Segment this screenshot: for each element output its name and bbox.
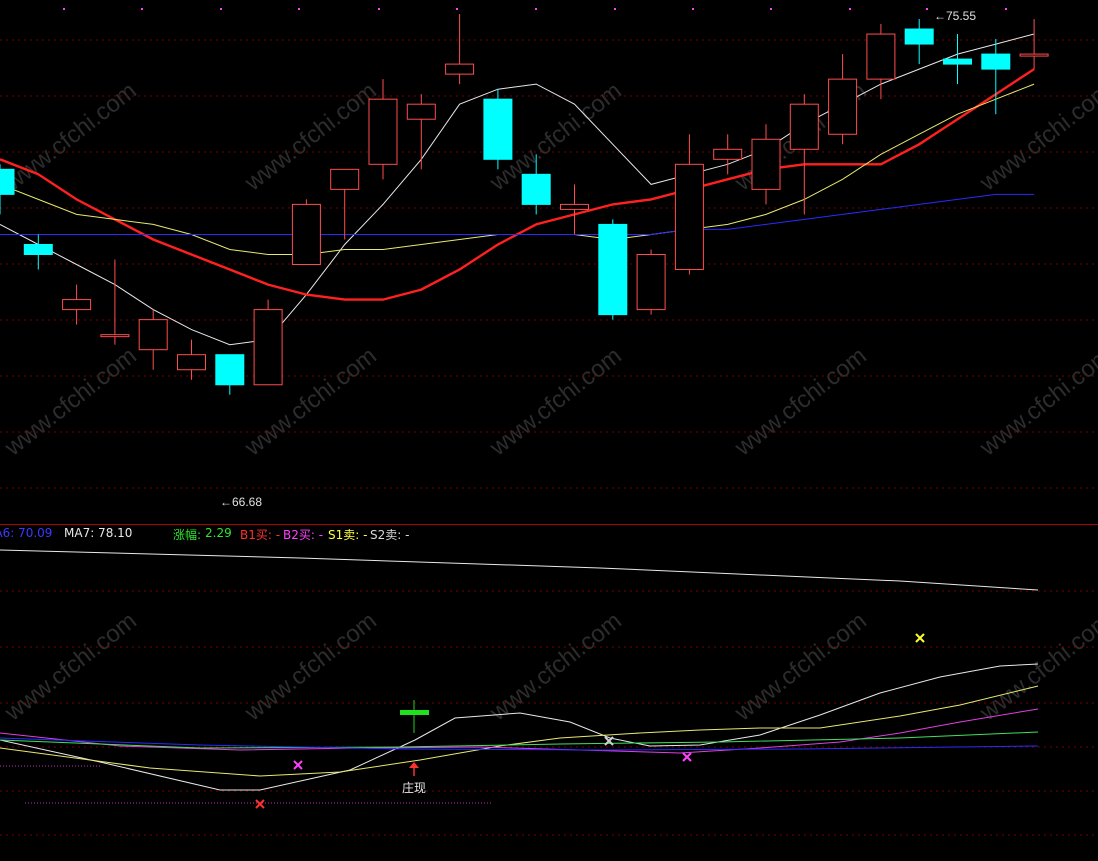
candle: [368, 79, 398, 180]
candle-body: [560, 203, 589, 210]
signal-marker: [293, 760, 303, 770]
candle: [598, 219, 628, 320]
candle-body: [674, 163, 704, 271]
candle: [330, 168, 360, 240]
sub-line-white: [0, 663, 1039, 791]
candle-body: [138, 319, 168, 351]
candle: [62, 284, 92, 325]
sub-line-yellow: [0, 685, 1039, 777]
top-marker-dot: [63, 8, 65, 10]
legend-b1: B1买: -: [240, 528, 281, 542]
candle: [828, 54, 858, 145]
legend-zhangfu-label: 涨幅:: [173, 528, 202, 542]
candle: [521, 154, 551, 215]
low-price-label: ←66.68: [220, 495, 262, 509]
zhuangxian-label: 庄现: [402, 780, 426, 795]
candle: [789, 94, 819, 215]
candle: [751, 124, 781, 205]
candle-body: [253, 309, 283, 386]
top-marker-dot: [298, 8, 300, 10]
candle-body: [598, 223, 628, 316]
legend-b2: B2买: -: [283, 528, 324, 542]
candle-body: [904, 28, 934, 45]
top-marker-dot: [614, 8, 616, 10]
candle-body: [828, 78, 858, 135]
candle: [138, 309, 168, 370]
candle-body: [1019, 53, 1049, 57]
candle: [406, 94, 436, 170]
top-marker-dot: [220, 8, 222, 10]
ma-line-blue: [0, 193, 1035, 235]
sub-line-top: [0, 549, 1039, 591]
candle-body: [291, 203, 321, 266]
candle-body: [483, 98, 513, 160]
candle-body: [713, 148, 743, 160]
candle-body: [943, 58, 972, 65]
candle: [0, 164, 15, 215]
top-marker-dot: [770, 8, 772, 10]
candle: [713, 134, 743, 175]
candle: [636, 249, 666, 315]
top-marker-dot: [1005, 8, 1007, 10]
chart-root: www.cfchi.com www.cfchi.com www.cfchi.com w…: [0, 0, 1098, 861]
candle: [943, 34, 972, 85]
candle-body: [636, 253, 666, 311]
top-marker-dot: [926, 8, 928, 10]
candle-body: [100, 334, 130, 338]
candle: [177, 339, 206, 380]
top-marker-dot: [378, 8, 380, 10]
candle: [904, 19, 934, 65]
candle: [560, 184, 589, 235]
candle-body: [0, 168, 15, 195]
candle: [866, 24, 896, 100]
ma-line-yellow: [0, 83, 1035, 255]
ma-line-red: [0, 68, 1035, 301]
top-marker-dot: [456, 8, 458, 10]
top-marker-dot: [535, 8, 537, 10]
candle-body: [215, 354, 245, 386]
legend-s2: S2卖: -: [370, 528, 410, 542]
candle-body: [981, 53, 1011, 70]
candle: [100, 259, 130, 345]
ma-line-white: [0, 33, 1035, 346]
candle-body: [866, 33, 896, 80]
candle-body: [62, 299, 92, 311]
candle-body: [177, 354, 206, 371]
signal-marker: [915, 633, 925, 643]
candle-body: [751, 138, 781, 190]
candle: [215, 354, 245, 395]
candle-body: [789, 103, 819, 150]
signal-marker: [682, 752, 692, 762]
high-price-label: ←75.55: [934, 9, 976, 23]
top-marker-dot: [141, 8, 143, 10]
legend-ma7: MA7: 78.10: [64, 526, 133, 540]
top-marker-dot: [692, 8, 694, 10]
candle-body: [406, 103, 436, 120]
candle-body: [445, 63, 475, 75]
candle-body: [368, 98, 398, 165]
candle-body: [521, 173, 551, 205]
candle: [1019, 19, 1049, 70]
candle: [291, 199, 321, 266]
legend-s1: S1卖: -: [328, 528, 368, 542]
candle-body: [23, 243, 53, 255]
legend-ma6: MA6: 70.09: [0, 526, 53, 540]
signal-marker: [255, 799, 265, 809]
arrow-up-icon: [409, 762, 419, 768]
candle: [253, 299, 283, 386]
kline-chart: ←75.55 ←66.68 庄现: [0, 8, 1098, 836]
candle-body: [330, 168, 360, 190]
legend-zhangfu-value: 2.29: [205, 526, 232, 540]
candle: [445, 14, 475, 85]
flag-bar: [400, 710, 429, 715]
candle: [674, 134, 704, 275]
candle: [483, 89, 513, 170]
sub-line-green: [0, 731, 1039, 749]
top-marker-dot: [849, 8, 851, 10]
